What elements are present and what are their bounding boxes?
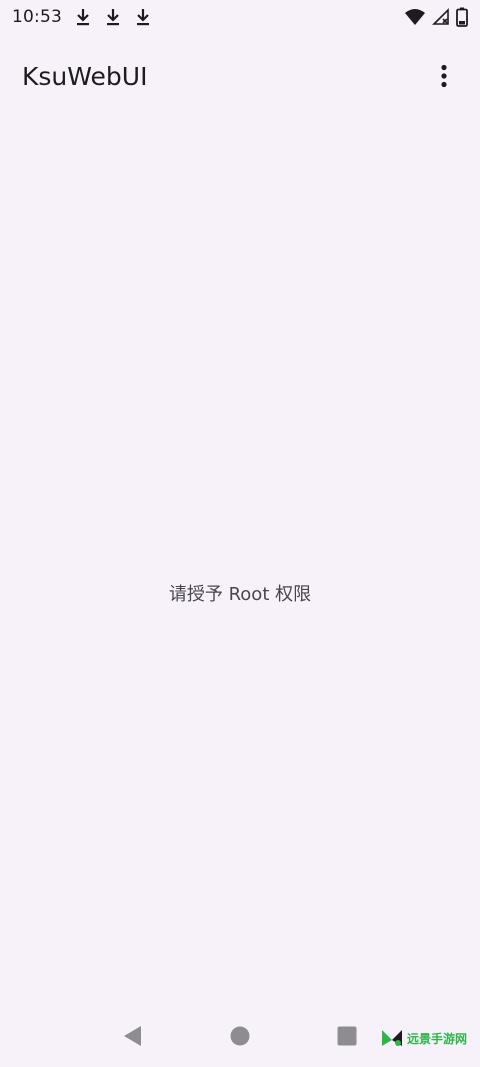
root-permission-message: 请授予 Root 权限 [168, 584, 312, 605]
cellular-no-signal-icon [432, 8, 449, 25]
watermark: 远景手游网 [380, 1028, 467, 1048]
back-button[interactable] [113, 1016, 153, 1056]
status-bar: 10:53 [0, 0, 480, 34]
status-time: 10:53 [12, 7, 62, 27]
app-title: KsuWebUI [22, 61, 148, 91]
download-icon [77, 9, 89, 26]
home-button[interactable] [220, 1016, 260, 1056]
app-bar: KsuWebUI [0, 44, 480, 108]
download-icon [137, 9, 149, 26]
download-icon [107, 9, 119, 26]
status-left: 10:53 [12, 7, 152, 27]
back-icon [124, 1026, 142, 1046]
recents-icon [337, 1026, 357, 1046]
more-vert-icon [441, 64, 447, 88]
watermark-text: 远景手游网 [407, 1031, 468, 1046]
watermark-logo-icon [382, 1030, 402, 1046]
status-right [404, 7, 468, 27]
more-options-button[interactable] [426, 58, 462, 94]
wifi-icon [405, 9, 425, 25]
home-icon [230, 1026, 250, 1046]
battery-icon [456, 7, 468, 27]
recents-button[interactable] [327, 1016, 367, 1056]
